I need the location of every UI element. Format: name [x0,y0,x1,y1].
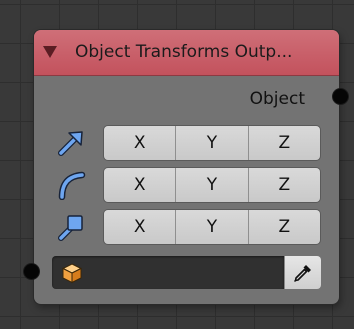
scale-xyz-toggles: X Y Z [104,210,320,244]
rotation-xyz-toggles: X Y Z [104,168,320,202]
node-object-transforms-output[interactable]: Object Transforms Outp... Object X Y Z X… [23,30,349,304]
location-z-toggle[interactable]: Z [248,126,320,160]
object-output-socket[interactable] [332,88,349,105]
location-xyz-toggles: X Y Z [104,126,320,160]
location-x-toggle[interactable]: X [104,126,177,160]
scale-y-toggle[interactable]: Y [176,210,249,244]
rotation-z-toggle[interactable]: Z [248,168,320,202]
node-title: Object Transforms Outp... [75,42,293,62]
node-header[interactable]: Object Transforms Outp... [34,30,339,76]
eyedropper-icon [294,264,311,282]
collapse-triangle-icon[interactable] [43,46,57,58]
object-field[interactable] [52,256,284,289]
output-socket-label: Object [249,89,305,109]
location-y-toggle[interactable]: Y [176,126,249,160]
scale-arrow-icon [58,215,83,241]
eyedropper-button[interactable] [284,256,321,289]
object-input-socket[interactable] [23,263,40,280]
rotation-x-toggle[interactable]: X [104,168,177,202]
location-arrow-icon [58,131,83,156]
rotation-arc-icon [58,171,86,200]
scale-z-toggle[interactable]: Z [248,210,320,244]
object-cube-icon [61,263,83,284]
scale-x-toggle[interactable]: X [104,210,177,244]
rotation-y-toggle[interactable]: Y [176,168,249,202]
